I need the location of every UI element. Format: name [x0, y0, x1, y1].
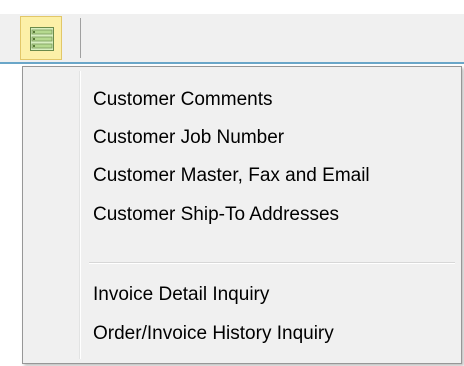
context-dropdown-menu: Customer Comments Customer Job Number Cu… — [22, 66, 462, 364]
menu-separator — [89, 262, 455, 264]
menu-item-invoice-detail-inquiry[interactable]: Invoice Detail Inquiry — [93, 280, 269, 310]
menu-toggle-button[interactable] — [20, 16, 62, 60]
toolbar-top-area — [0, 0, 464, 14]
screen: Customer Comments Customer Job Number Cu… — [0, 0, 464, 366]
toolbar-bottom-border — [0, 62, 464, 64]
menu-item-customer-master-fax-email[interactable]: Customer Master, Fax and Email — [93, 161, 370, 191]
menu-item-customer-comments[interactable]: Customer Comments — [93, 85, 273, 115]
menu-item-customer-job-number[interactable]: Customer Job Number — [93, 123, 284, 153]
list-menu-icon — [30, 27, 54, 51]
menu-item-customer-ship-to-addresses[interactable]: Customer Ship-To Addresses — [93, 200, 339, 230]
toolbar — [0, 0, 464, 64]
menu-item-order-invoice-history-inquiry[interactable]: Order/Invoice History Inquiry — [93, 319, 334, 349]
toolbar-separator — [80, 18, 81, 58]
menu-icon-gutter — [79, 71, 81, 359]
